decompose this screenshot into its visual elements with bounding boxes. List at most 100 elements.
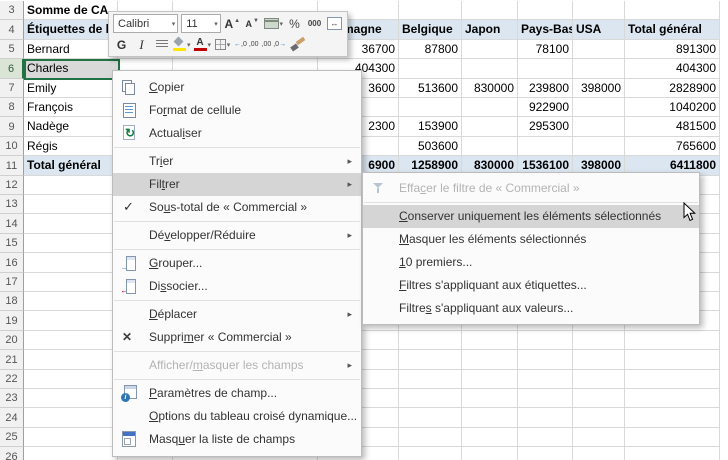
cell[interactable] (573, 331, 625, 350)
menu-item-filtrer[interactable]: Filtrer ▸ (113, 173, 361, 196)
cell[interactable] (573, 370, 625, 389)
menu-item-format-de-cellule[interactable]: Format de cellule (113, 99, 361, 122)
menu-item-trier[interactable]: Trier ▸ (113, 150, 361, 173)
row-header-6[interactable]: 6 (0, 59, 24, 79)
increase-font-button[interactable]: A ▲ (224, 15, 241, 33)
decrease-decimal-button[interactable]: ,00 ,0→ (262, 36, 287, 54)
menu-item-supprimer[interactable]: Supprimer « Commercial » (113, 326, 361, 349)
cell[interactable]: 1040200 (625, 98, 720, 117)
cell[interactable] (573, 350, 625, 370)
cell[interactable]: Étiquettes de lignes (24, 20, 118, 40)
cell[interactable] (625, 331, 720, 350)
submenu-item-conserver-elements[interactable]: Conserver uniquement les éléments sélect… (363, 205, 699, 228)
cell[interactable]: USA (573, 20, 625, 40)
cell[interactable] (24, 214, 118, 234)
cell[interactable]: 239800 (518, 79, 573, 98)
cell[interactable] (24, 176, 118, 195)
format-painter-button[interactable] (289, 36, 306, 54)
row-header-16[interactable]: 16 (0, 253, 24, 273)
cell[interactable] (518, 350, 573, 370)
row-header-4[interactable]: 4 (0, 20, 24, 40)
cell[interactable] (24, 311, 118, 331)
cell[interactable] (24, 331, 118, 350)
row-header-23[interactable]: 23 (0, 389, 24, 408)
cell[interactable] (399, 428, 462, 447)
cell[interactable]: François (24, 98, 118, 117)
increase-decimal-button[interactable]: ←,0 ,00 (234, 36, 259, 54)
cell[interactable] (573, 428, 625, 447)
row-header-24[interactable]: 24 (0, 408, 24, 428)
cell[interactable] (462, 370, 518, 389)
fill-color-button[interactable]: ▾ (173, 36, 191, 54)
cell[interactable] (399, 59, 462, 79)
cell[interactable] (625, 1, 720, 20)
cell[interactable] (399, 447, 462, 460)
cell[interactable] (24, 234, 118, 253)
align-button[interactable] (153, 36, 170, 54)
cell[interactable] (573, 40, 625, 59)
cell[interactable] (573, 408, 625, 428)
cell[interactable] (625, 447, 720, 460)
cell[interactable] (399, 389, 462, 408)
cell[interactable] (24, 273, 118, 292)
cell[interactable] (573, 98, 625, 117)
row-header-8[interactable]: 8 (0, 98, 24, 117)
cell[interactable]: 891300 (625, 40, 720, 59)
font-size-select[interactable]: 11 ▾ (181, 14, 221, 33)
cell[interactable] (24, 408, 118, 428)
row-header-22[interactable]: 22 (0, 370, 24, 389)
cell[interactable] (462, 389, 518, 408)
italic-button[interactable]: I (133, 36, 150, 54)
cell[interactable]: Charles (24, 59, 118, 79)
borders-button[interactable]: ▾ (214, 36, 231, 54)
cell[interactable] (625, 428, 720, 447)
row-header-9[interactable]: 9 (0, 117, 24, 137)
cell[interactable] (462, 117, 518, 137)
cell[interactable]: Nadège (24, 117, 118, 137)
menu-item-options-tcd[interactable]: Options du tableau croisé dynamique... (113, 405, 361, 428)
cell[interactable] (518, 59, 573, 79)
row-header-21[interactable]: 21 (0, 350, 24, 370)
cell[interactable]: Régis (24, 137, 118, 156)
accounting-format-button[interactable]: ▾ (263, 15, 283, 33)
cell[interactable] (24, 253, 118, 273)
cell[interactable] (399, 331, 462, 350)
cell[interactable] (573, 1, 625, 20)
cell[interactable] (573, 389, 625, 408)
cell[interactable] (518, 389, 573, 408)
row-header-3[interactable]: 3 (0, 1, 24, 20)
cell[interactable]: 153900 (399, 117, 462, 137)
row-header-19[interactable]: 19 (0, 311, 24, 331)
menu-item-grouper[interactable]: Grouper... (113, 252, 361, 279)
submenu-item-filtres-etiquettes[interactable]: Filtres s'appliquant aux étiquettes... (363, 274, 699, 297)
cell[interactable] (24, 195, 118, 214)
row-header-26[interactable]: 26 (0, 447, 24, 460)
bold-button[interactable]: G (113, 36, 130, 54)
cell[interactable] (625, 408, 720, 428)
cell[interactable]: 481500 (625, 117, 720, 137)
cell[interactable] (573, 447, 625, 460)
cell[interactable]: Total général (625, 20, 720, 40)
submenu-item-masquer-elements[interactable]: Masquer les éléments sélectionnés (363, 228, 699, 251)
cell[interactable]: 513600 (399, 79, 462, 98)
cell[interactable]: 404300 (625, 59, 720, 79)
percent-style-button[interactable]: % (286, 15, 303, 33)
cell[interactable] (462, 59, 518, 79)
row-header-11[interactable]: 11 (0, 156, 24, 176)
autofit-button[interactable] (326, 15, 343, 33)
cell[interactable] (573, 59, 625, 79)
row-header-7[interactable]: 7 (0, 79, 24, 98)
row-header-10[interactable]: 10 (0, 137, 24, 156)
row-header-15[interactable]: 15 (0, 234, 24, 253)
row-header-25[interactable]: 25 (0, 428, 24, 447)
font-color-button[interactable]: A ▾ (193, 36, 211, 54)
cell[interactable]: 830000 (462, 79, 518, 98)
cell[interactable]: Pays-Bas (518, 20, 573, 40)
submenu-item-10-premiers[interactable]: 10 premiers... (363, 251, 699, 274)
cell[interactable] (462, 331, 518, 350)
cell[interactable] (24, 350, 118, 370)
cell[interactable]: Total général (24, 156, 118, 176)
menu-item-actualiser[interactable]: Actualiser (113, 122, 361, 145)
cell[interactable] (24, 370, 118, 389)
cell[interactable]: Belgique (399, 20, 462, 40)
